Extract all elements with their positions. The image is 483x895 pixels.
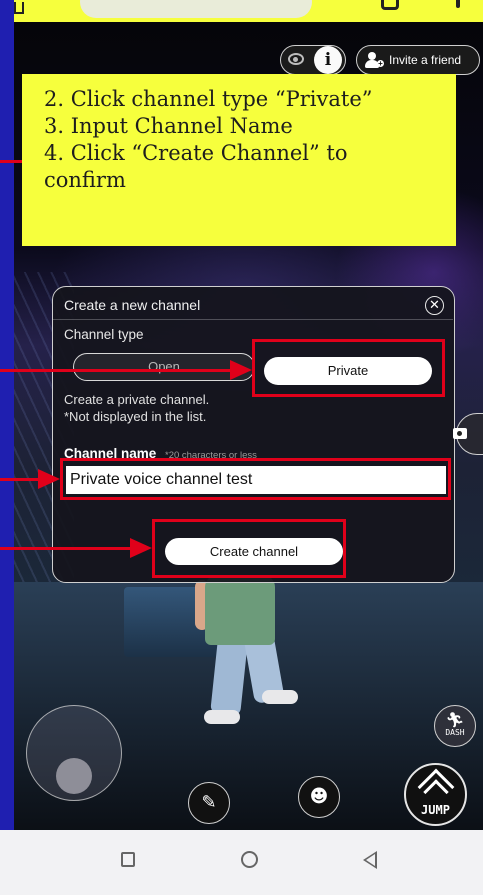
highlight-private-option bbox=[252, 339, 445, 397]
arrow-to-name-head bbox=[38, 469, 60, 489]
instruction-line: 4. Click “Create Channel” to bbox=[44, 141, 348, 165]
instruction-line: 3. Input Channel Name bbox=[44, 114, 293, 138]
emote-face-icon: ☻ bbox=[309, 786, 329, 807]
channel-type-open-option[interactable]: Open bbox=[73, 353, 255, 381]
eye-icon[interactable] bbox=[288, 53, 304, 65]
add-person-icon: + bbox=[365, 52, 385, 68]
emote-button[interactable]: ☻ bbox=[298, 776, 340, 818]
highlight-create-button bbox=[152, 519, 346, 578]
instruction-line: confirm bbox=[44, 168, 126, 192]
arrow-to-create-head bbox=[130, 538, 152, 558]
menu-icon[interactable] bbox=[456, 0, 460, 8]
arrow-to-private-line bbox=[0, 369, 232, 372]
instruction-callout: 2. Click channel type “Private” 3. Input… bbox=[22, 74, 456, 246]
jump-button[interactable]: JUMP bbox=[404, 763, 467, 826]
chat-pencil-icon: ✎ bbox=[201, 792, 217, 813]
avatar-shoe-right bbox=[262, 690, 298, 704]
joystick-knob[interactable] bbox=[56, 758, 92, 794]
system-nav-bar bbox=[0, 830, 483, 895]
left-edge-strip bbox=[0, 0, 14, 895]
invite-friend-label: Invite a friend bbox=[389, 53, 462, 67]
tab-icon[interactable] bbox=[14, 2, 24, 14]
invite-friend-button[interactable]: + Invite a friend bbox=[356, 45, 480, 75]
dash-button[interactable]: 🏃︎ DASH bbox=[434, 705, 476, 747]
nav-recents-icon[interactable] bbox=[121, 852, 135, 867]
info-icon: i bbox=[324, 50, 332, 70]
dash-run-icon: 🏃︎ bbox=[445, 711, 465, 729]
channel-type-description: Create a private channel. *Not displayed… bbox=[64, 391, 209, 425]
avatar-torso bbox=[205, 575, 275, 645]
description-line: Create a private channel. bbox=[64, 392, 210, 407]
avatar-shoe-left bbox=[204, 710, 240, 724]
channel-type-label: Channel type bbox=[64, 327, 144, 342]
description-line: *Not displayed in the list. bbox=[64, 409, 207, 424]
nav-home-icon[interactable] bbox=[241, 851, 258, 868]
arrow-to-create-line bbox=[0, 547, 132, 550]
dash-label: DASH bbox=[445, 728, 465, 737]
jump-label: JUMP bbox=[421, 803, 450, 817]
dialog-divider bbox=[53, 319, 453, 320]
tabs-icon[interactable] bbox=[381, 0, 399, 10]
instruction-line: 2. Click channel type “Private” bbox=[44, 87, 373, 111]
address-bar[interactable] bbox=[80, 0, 312, 18]
highlight-channel-name bbox=[60, 458, 451, 500]
status-bar bbox=[14, 0, 483, 22]
arrow-to-name-line bbox=[0, 478, 40, 481]
info-button[interactable]: i bbox=[314, 46, 342, 74]
camera-icon bbox=[453, 428, 467, 439]
nav-back-icon[interactable] bbox=[363, 851, 377, 869]
arrow-to-private-head bbox=[230, 360, 252, 380]
close-icon[interactable]: ✕ bbox=[425, 296, 444, 315]
chat-button[interactable]: ✎ bbox=[188, 782, 230, 824]
dialog-title: Create a new channel bbox=[64, 297, 201, 313]
